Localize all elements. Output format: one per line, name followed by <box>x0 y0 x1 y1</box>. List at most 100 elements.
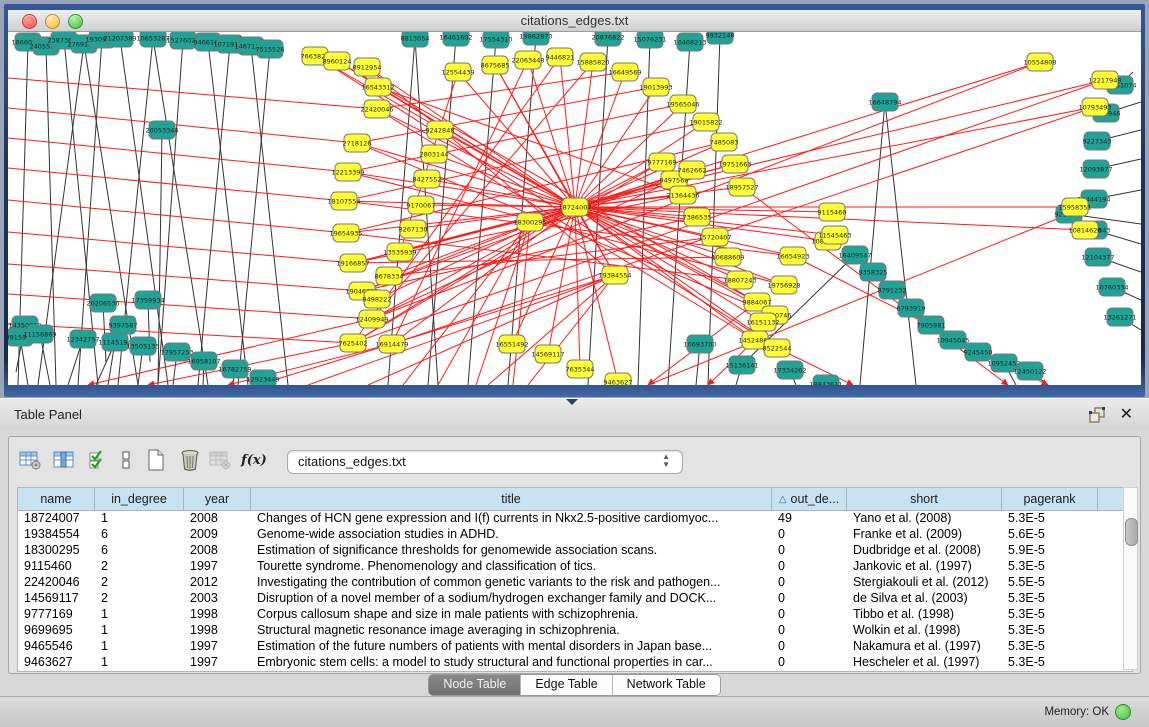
paper-node[interactable]: 12342757 <box>66 330 99 348</box>
paper-node[interactable]: 9358325 <box>859 263 888 281</box>
paper-node[interactable]: 12213399 <box>331 163 364 181</box>
citation-edge[interactable] <box>8 324 353 343</box>
paper-node[interactable]: 12104377 <box>1081 248 1114 266</box>
paper-node[interactable]: 16551492 <box>495 335 528 353</box>
table-cell[interactable]: 0 <box>772 638 847 654</box>
paper-node[interactable]: 22420046 <box>360 100 393 118</box>
table-cell[interactable]: 0 <box>772 654 847 670</box>
paper-node[interactable]: 16461602 <box>439 32 472 46</box>
paper-node[interactable]: 18300295 <box>513 213 546 231</box>
table-cell[interactable]: 5.3E-5 <box>1002 638 1098 654</box>
table-cell[interactable]: 0 <box>772 574 847 590</box>
citation-edge[interactable] <box>8 232 353 263</box>
paper-node[interactable]: 20053346 <box>145 121 178 139</box>
table-cell[interactable]: Jankovic et al. (1997) <box>847 558 1002 574</box>
paper-node[interactable]: 11156869 <box>23 325 56 343</box>
function-builder-icon[interactable]: f(x) <box>241 447 267 473</box>
table-cell[interactable]: 9115460 <box>18 558 95 574</box>
table-row[interactable]: 946362711997Embryonic stem cells: a mode… <box>18 654 1132 670</box>
paper-node[interactable]: 21207389 <box>103 32 136 47</box>
tab-node-table[interactable]: Node Table <box>429 675 521 695</box>
split-pane-grip-icon[interactable] <box>566 399 578 405</box>
tab-edge-table[interactable]: Edge Table <box>521 675 612 695</box>
paper-node[interactable]: 11545463 <box>818 226 851 244</box>
paper-node[interactable]: 8678334 <box>375 267 404 285</box>
table-cell[interactable]: Investigating the contribution of common… <box>251 574 772 590</box>
table-cell[interactable]: Changes of HCN gene expression and I(f) … <box>251 510 772 526</box>
column-header-pagerank[interactable]: pagerank <box>1002 488 1098 510</box>
paper-node[interactable]: 15885820 <box>576 53 609 71</box>
table-cell[interactable]: 1998 <box>184 606 251 622</box>
table-row[interactable]: 1830029562008Estimation of significance … <box>18 542 1132 558</box>
table-cell[interactable]: Stergiakouli et al. (2012) <box>847 574 1002 590</box>
citation-edge[interactable] <box>434 154 575 207</box>
table-cell[interactable]: Tourette syndrome. Phenomenology and cla… <box>251 558 772 574</box>
table-cell[interactable]: 0 <box>772 542 847 558</box>
paper-node[interactable]: 6793919 <box>897 299 926 317</box>
paper-node[interactable]: 15076231 <box>633 32 666 48</box>
paper-node[interactable]: 7462662 <box>678 161 707 179</box>
table-cell[interactable]: 22420046 <box>18 574 95 590</box>
column-select-icon[interactable] <box>51 447 77 473</box>
column-header-in_degree[interactable]: in_degree <box>95 488 184 510</box>
paper-node[interactable]: 16151132 <box>746 313 779 331</box>
row-height-icon[interactable] <box>113 447 139 473</box>
paper-node[interactable]: 9245450 <box>964 343 993 361</box>
paper-node[interactable]: 10814620 <box>1068 221 1101 239</box>
table-cell[interactable]: 19384554 <box>18 526 95 542</box>
table-cell[interactable]: 1997 <box>184 654 251 670</box>
paper-node[interactable]: 18807243 <box>723 271 756 289</box>
paper-node[interactable]: 22063448 <box>511 51 544 69</box>
paper-node[interactable]: 19166857 <box>336 254 369 272</box>
paper-node[interactable]: 19015822 <box>689 113 722 131</box>
paper-node[interactable]: 16543312 <box>361 78 394 96</box>
citation-edge[interactable] <box>367 67 575 207</box>
paper-node[interactable]: 20206536 <box>86 294 119 312</box>
paper-node[interactable]: 17359934 <box>131 291 164 309</box>
table-cell[interactable]: 2 <box>95 574 184 590</box>
paper-node[interactable]: 9170067 <box>407 196 436 214</box>
paper-node[interactable]: 20876822 <box>591 32 624 46</box>
table-cell[interactable]: 18300295 <box>18 542 95 558</box>
table-cell[interactable]: Embryonic stem cells: a model to study s… <box>251 654 772 670</box>
table-cell[interactable]: 2009 <box>184 526 251 542</box>
paper-node[interactable]: 10793493 <box>1078 98 1111 116</box>
table-vertical-scrollbar[interactable] <box>1123 487 1138 670</box>
citation-edge[interactable] <box>860 102 885 385</box>
citation-edge[interactable] <box>575 62 593 207</box>
column-header-year[interactable]: year <box>184 488 251 510</box>
paper-node[interactable]: 9242848 <box>426 121 455 139</box>
paper-node[interactable]: 16958107 <box>187 352 220 370</box>
table-cell[interactable]: 1 <box>95 606 184 622</box>
paper-node[interactable]: 9227343 <box>1083 132 1112 150</box>
table-cell[interactable]: 6 <box>95 526 184 542</box>
table-cell[interactable]: Dudbridge et al. (2008) <box>847 542 1002 558</box>
table-cell[interactable]: 14569117 <box>18 590 95 606</box>
paper-node[interactable]: 13535939 <box>383 243 416 261</box>
paper-node[interactable]: 19654935 <box>329 224 362 242</box>
table-cell[interactable]: Corpus callosum shape and size in male p… <box>251 606 772 622</box>
table-row[interactable]: 969969511998Structural magnetic resonanc… <box>18 622 1132 638</box>
table-cell[interactable]: 2 <box>95 590 184 606</box>
table-cell[interactable]: 9463627 <box>18 654 95 670</box>
column-header-short[interactable]: short <box>847 488 1002 510</box>
citation-edge[interactable] <box>353 80 1105 343</box>
paper-node[interactable]: 15720407 <box>698 228 731 246</box>
paper-node[interactable]: 19862870 <box>519 32 552 45</box>
table-cell[interactable]: 2008 <box>184 542 251 558</box>
delete-table-icon[interactable] <box>177 447 203 473</box>
citation-edge[interactable] <box>575 72 625 207</box>
table-cell[interactable]: 2003 <box>184 590 251 606</box>
paper-node[interactable]: 19013993 <box>639 78 672 96</box>
table-cell[interactable]: 1 <box>95 654 184 670</box>
paper-node[interactable]: 13505135 <box>126 337 159 355</box>
paper-node[interactable]: 9777169 <box>648 153 677 171</box>
paper-node[interactable]: 16409547 <box>838 246 871 264</box>
paper-node[interactable]: 7905981 <box>917 316 946 334</box>
table-cell[interactable]: 2012 <box>184 574 251 590</box>
table-cell[interactable]: 0 <box>772 590 847 606</box>
table-cell[interactable]: 1 <box>95 510 184 526</box>
paper-node[interactable]: 10693700 <box>683 335 716 353</box>
table-cell[interactable]: Tibbo et al. (1998) <box>847 606 1002 622</box>
table-cell[interactable]: 5.6E-5 <box>1002 526 1098 542</box>
